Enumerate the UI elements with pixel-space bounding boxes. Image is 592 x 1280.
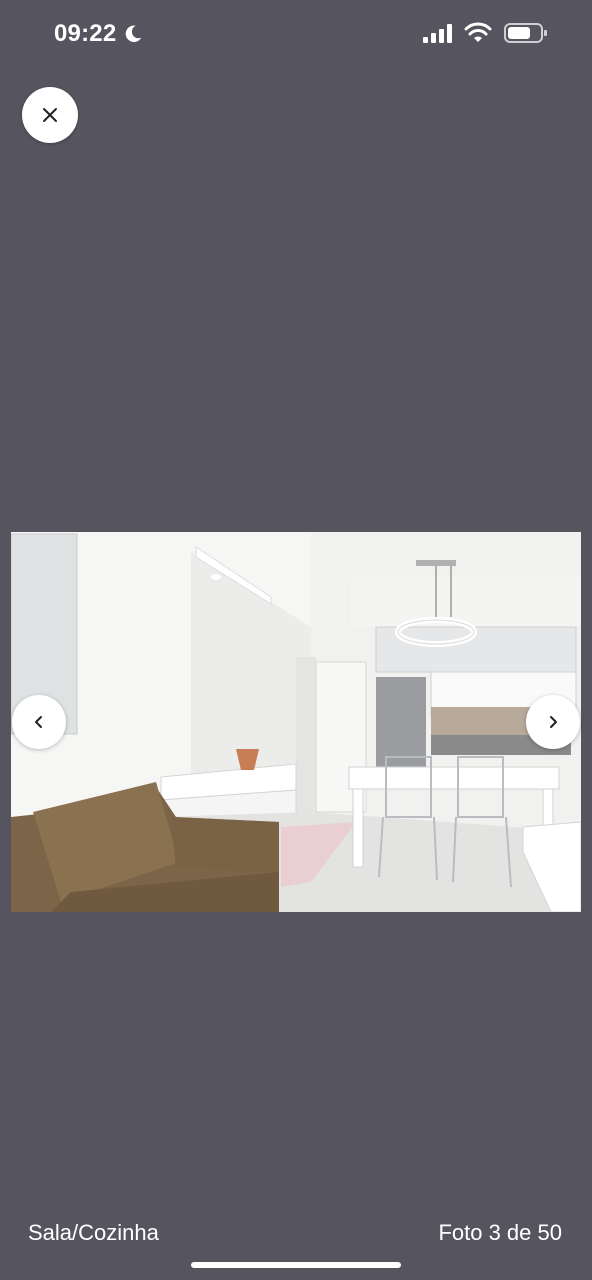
battery-icon — [504, 23, 547, 43]
status-time: 09:22 — [54, 20, 144, 48]
photo-counter: Foto 3 de 50 — [438, 1220, 562, 1245]
signal-icon — [423, 23, 452, 43]
chevron-left-icon — [35, 716, 42, 728]
close-button[interactable] — [22, 87, 78, 143]
clock-text: 09:22 — [54, 20, 117, 47]
status-icons — [423, 22, 548, 44]
listing-photo[interactable] — [11, 532, 581, 912]
status-bar: 09:22 — [0, 0, 592, 70]
home-indicator[interactable] — [191, 1262, 401, 1268]
next-photo-button[interactable] — [526, 695, 580, 749]
previous-photo-button[interactable] — [12, 695, 66, 749]
moon-icon — [126, 25, 142, 43]
photo-caption: Sala/Cozinha — [28, 1220, 159, 1245]
room-photo-image — [11, 532, 581, 912]
chevron-right-icon — [550, 716, 557, 728]
wifi-icon — [464, 22, 492, 42]
close-icon — [43, 108, 57, 122]
